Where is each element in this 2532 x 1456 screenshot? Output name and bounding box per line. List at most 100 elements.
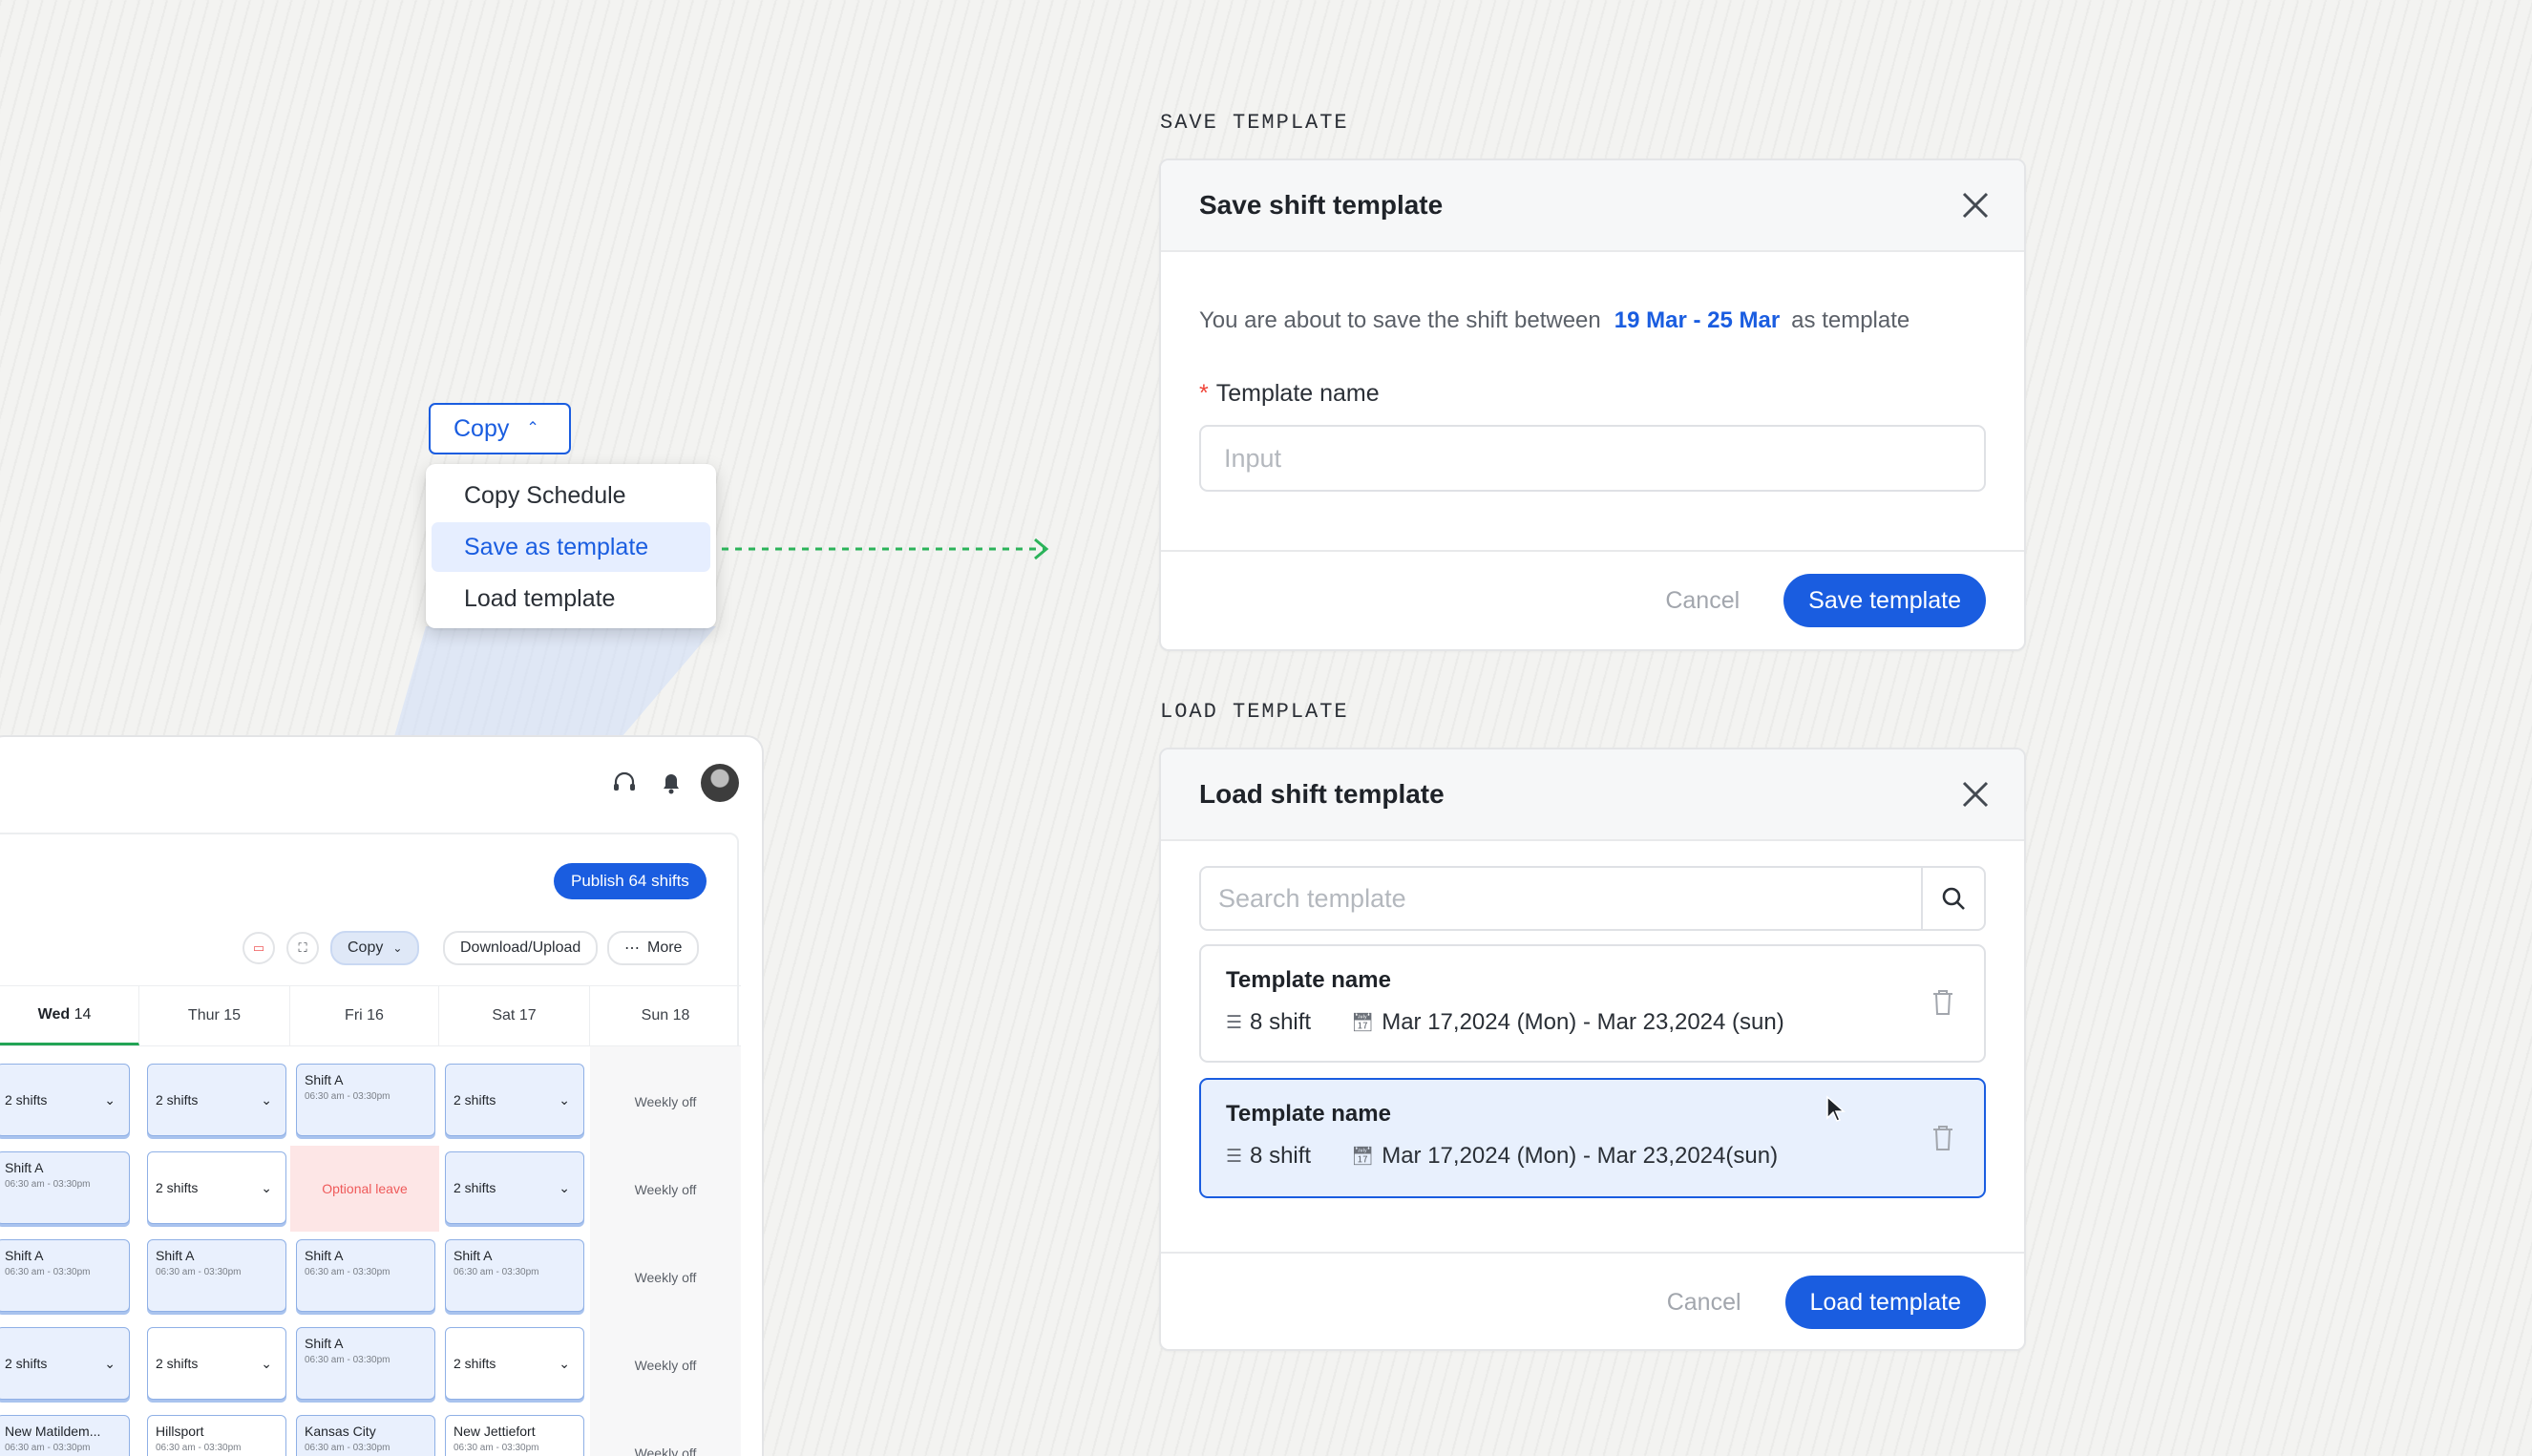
close-icon[interactable] xyxy=(1959,189,1992,222)
modal-footer: Cancel Load template xyxy=(1161,1252,2024,1349)
shift-cell-dropdown[interactable]: 2 shifts ⌄ xyxy=(147,1327,286,1400)
cell-label: 2 shifts xyxy=(454,1180,496,1195)
shift-cell[interactable]: Shift A 06:30 am - 03:30pm xyxy=(0,1151,130,1224)
expand-icon[interactable]: ⛶ xyxy=(286,932,319,964)
trash-icon[interactable] xyxy=(1931,988,1955,1017)
shift-cell[interactable]: Shift A 06:30 am - 03:30pm xyxy=(296,1064,435,1136)
download-upload-button[interactable]: Download/Upload xyxy=(443,931,599,965)
day-header-sat[interactable]: Sat 17 xyxy=(439,986,590,1045)
shift-cell[interactable]: Kansas City 06:30 am - 03:30pm xyxy=(296,1415,435,1456)
chevron-down-icon: ⌄ xyxy=(261,1355,272,1371)
search-button[interactable] xyxy=(1921,868,1984,929)
copy-toolbar-button[interactable]: Copy ⌄ xyxy=(330,931,420,965)
ellipsis-icon: ⋯ xyxy=(624,940,640,957)
day-number: 14 xyxy=(74,1005,92,1023)
menu-item-save-as-template[interactable]: Save as template xyxy=(432,522,710,572)
leave-cell[interactable]: Optional leave xyxy=(290,1146,439,1232)
shift-cell[interactable]: Shift A 06:30 am - 03:30pm xyxy=(445,1239,584,1312)
shift-cell[interactable]: Shift A 06:30 am - 03:30pm xyxy=(0,1239,130,1312)
search-input[interactable]: Search template xyxy=(1201,868,1921,929)
cancel-button[interactable]: Cancel xyxy=(1665,587,1740,615)
template-shift-count: 8 shift xyxy=(1250,1143,1312,1169)
template-name-placeholder: Input xyxy=(1224,443,1282,473)
shift-cell-dropdown[interactable]: 2 shifts ⌄ xyxy=(147,1064,286,1136)
shift-cell-dropdown[interactable]: 2 shifts ⌄ xyxy=(0,1064,130,1136)
more-button[interactable]: ⋯ More xyxy=(607,931,700,965)
mouse-cursor-icon xyxy=(1826,1095,1846,1122)
chevron-down-icon: ⌄ xyxy=(104,1091,116,1108)
modal-header: Save shift template xyxy=(1161,160,2024,252)
shift-cell-dropdown[interactable]: 2 shifts ⌄ xyxy=(445,1151,584,1224)
template-card-meta: ☰ 8 shift 📅︎ Mar 17,2024 (Mon) - Mar 23,… xyxy=(1226,1009,1959,1036)
shift-cell-dropdown[interactable]: 2 shifts ⌄ xyxy=(147,1151,286,1224)
delete-icon[interactable]: ▭ xyxy=(243,932,275,964)
template-name-input[interactable]: Input xyxy=(1199,425,1986,492)
shift-name: Shift A xyxy=(454,1248,493,1263)
load-template-button[interactable]: Load template xyxy=(1784,1276,1986,1329)
close-icon[interactable] xyxy=(1959,778,1992,811)
description-prefix: You are about to save the shift between xyxy=(1199,307,1601,333)
template-card[interactable]: Template name ☰ 8 shift 📅︎ Mar 17,2024 (… xyxy=(1199,944,1986,1063)
day-header-row: Wed 14 Thur 15 Fri 16 Sat 17 Sun 18 xyxy=(0,985,741,1046)
day-header-wed[interactable]: Wed 14 xyxy=(0,986,139,1045)
chevron-down-icon: ⌄ xyxy=(559,1091,570,1108)
copy-button[interactable]: Copy ⌃ xyxy=(429,403,571,454)
shift-cell-dropdown[interactable]: 2 shifts ⌄ xyxy=(445,1327,584,1400)
chevron-down-icon: ⌄ xyxy=(104,1355,116,1371)
shift-cell[interactable]: Shift A 06:30 am - 03:30pm xyxy=(296,1239,435,1312)
day-number: 16 xyxy=(367,1007,384,1023)
day-name: Thur xyxy=(187,1007,220,1023)
shift-cell-dropdown[interactable]: 2 shifts ⌄ xyxy=(0,1327,130,1400)
shift-cell[interactable]: Shift A 06:30 am - 03:30pm xyxy=(296,1327,435,1400)
day-number: 15 xyxy=(223,1007,242,1023)
day-header-fri[interactable]: Fri 16 xyxy=(290,986,439,1045)
day-header-sun[interactable]: Sun 18 xyxy=(590,986,741,1045)
shift-name: Kansas City xyxy=(305,1424,376,1439)
publish-button[interactable]: Publish 64 shifts xyxy=(554,863,707,899)
shift-name: Hillsport xyxy=(156,1424,204,1439)
chevron-up-icon: ⌃ xyxy=(526,420,539,436)
day-header-thur[interactable]: Thur 15 xyxy=(139,986,290,1045)
cell-label: 2 shifts xyxy=(156,1092,199,1108)
shift-time: 06:30 am - 03:30pm xyxy=(156,1443,242,1453)
template-name-label: * Template name xyxy=(1199,380,1986,408)
chevron-down-icon: ⌄ xyxy=(261,1091,272,1108)
cell-label: 2 shifts xyxy=(5,1092,48,1108)
save-template-button[interactable]: Save template xyxy=(1783,574,1986,627)
template-card-selected[interactable]: Template name ☰ 8 shift 📅︎ Mar 17,2024 (… xyxy=(1199,1078,1986,1198)
more-label: More xyxy=(647,939,683,956)
template-card-name: Template name xyxy=(1226,1101,1391,1127)
save-description: You are about to save the shift between 1… xyxy=(1199,307,1986,334)
avatar[interactable] xyxy=(701,764,739,802)
flow-arrow xyxy=(722,538,1049,560)
modal-title: Load shift template xyxy=(1199,779,1445,809)
template-name-label-text: Template name xyxy=(1215,380,1380,407)
cell-label: 2 shifts xyxy=(5,1356,48,1371)
day-name: Sun xyxy=(641,1007,669,1023)
cancel-button[interactable]: Cancel xyxy=(1667,1289,1741,1317)
menu-item-copy-schedule[interactable]: Copy Schedule xyxy=(432,471,710,520)
bell-icon[interactable] xyxy=(659,770,684,796)
modal-body: You are about to save the shift between 1… xyxy=(1161,252,2024,550)
template-card-meta: ☰ 8 shift 📅︎ Mar 17,2024 (Mon) - Mar 23,… xyxy=(1226,1143,1959,1170)
search-icon xyxy=(1942,887,1965,910)
template-card-name: Template name xyxy=(1226,967,1391,993)
shift-name: Shift A xyxy=(156,1248,195,1263)
trash-icon[interactable] xyxy=(1931,1124,1955,1152)
copy-button-label: Copy xyxy=(454,414,510,442)
shift-name: Shift A xyxy=(305,1336,344,1351)
shift-time: 06:30 am - 03:30pm xyxy=(454,1443,539,1453)
load-template-modal: Load shift template Search template Temp… xyxy=(1159,748,2026,1351)
shift-cell-dropdown[interactable]: 2 shifts ⌄ xyxy=(445,1064,584,1136)
list-icon: ☰ xyxy=(1226,1146,1243,1167)
shift-cell[interactable]: Hillsport 06:30 am - 03:30pm xyxy=(147,1415,286,1456)
shift-cell[interactable]: New Matildem... 06:30 am - 03:30pm xyxy=(0,1415,130,1456)
shift-cell[interactable]: Shift A 06:30 am - 03:30pm xyxy=(147,1239,286,1312)
shift-cell[interactable]: New Jettiefort 06:30 am - 03:30pm xyxy=(445,1415,584,1456)
template-search[interactable]: Search template xyxy=(1199,866,1986,931)
shift-name: Shift A xyxy=(305,1072,344,1087)
day-number: 18 xyxy=(672,1007,690,1023)
support-icon[interactable] xyxy=(611,770,638,796)
cell-label: 2 shifts xyxy=(454,1092,496,1108)
menu-item-load-template[interactable]: Load template xyxy=(432,574,710,623)
